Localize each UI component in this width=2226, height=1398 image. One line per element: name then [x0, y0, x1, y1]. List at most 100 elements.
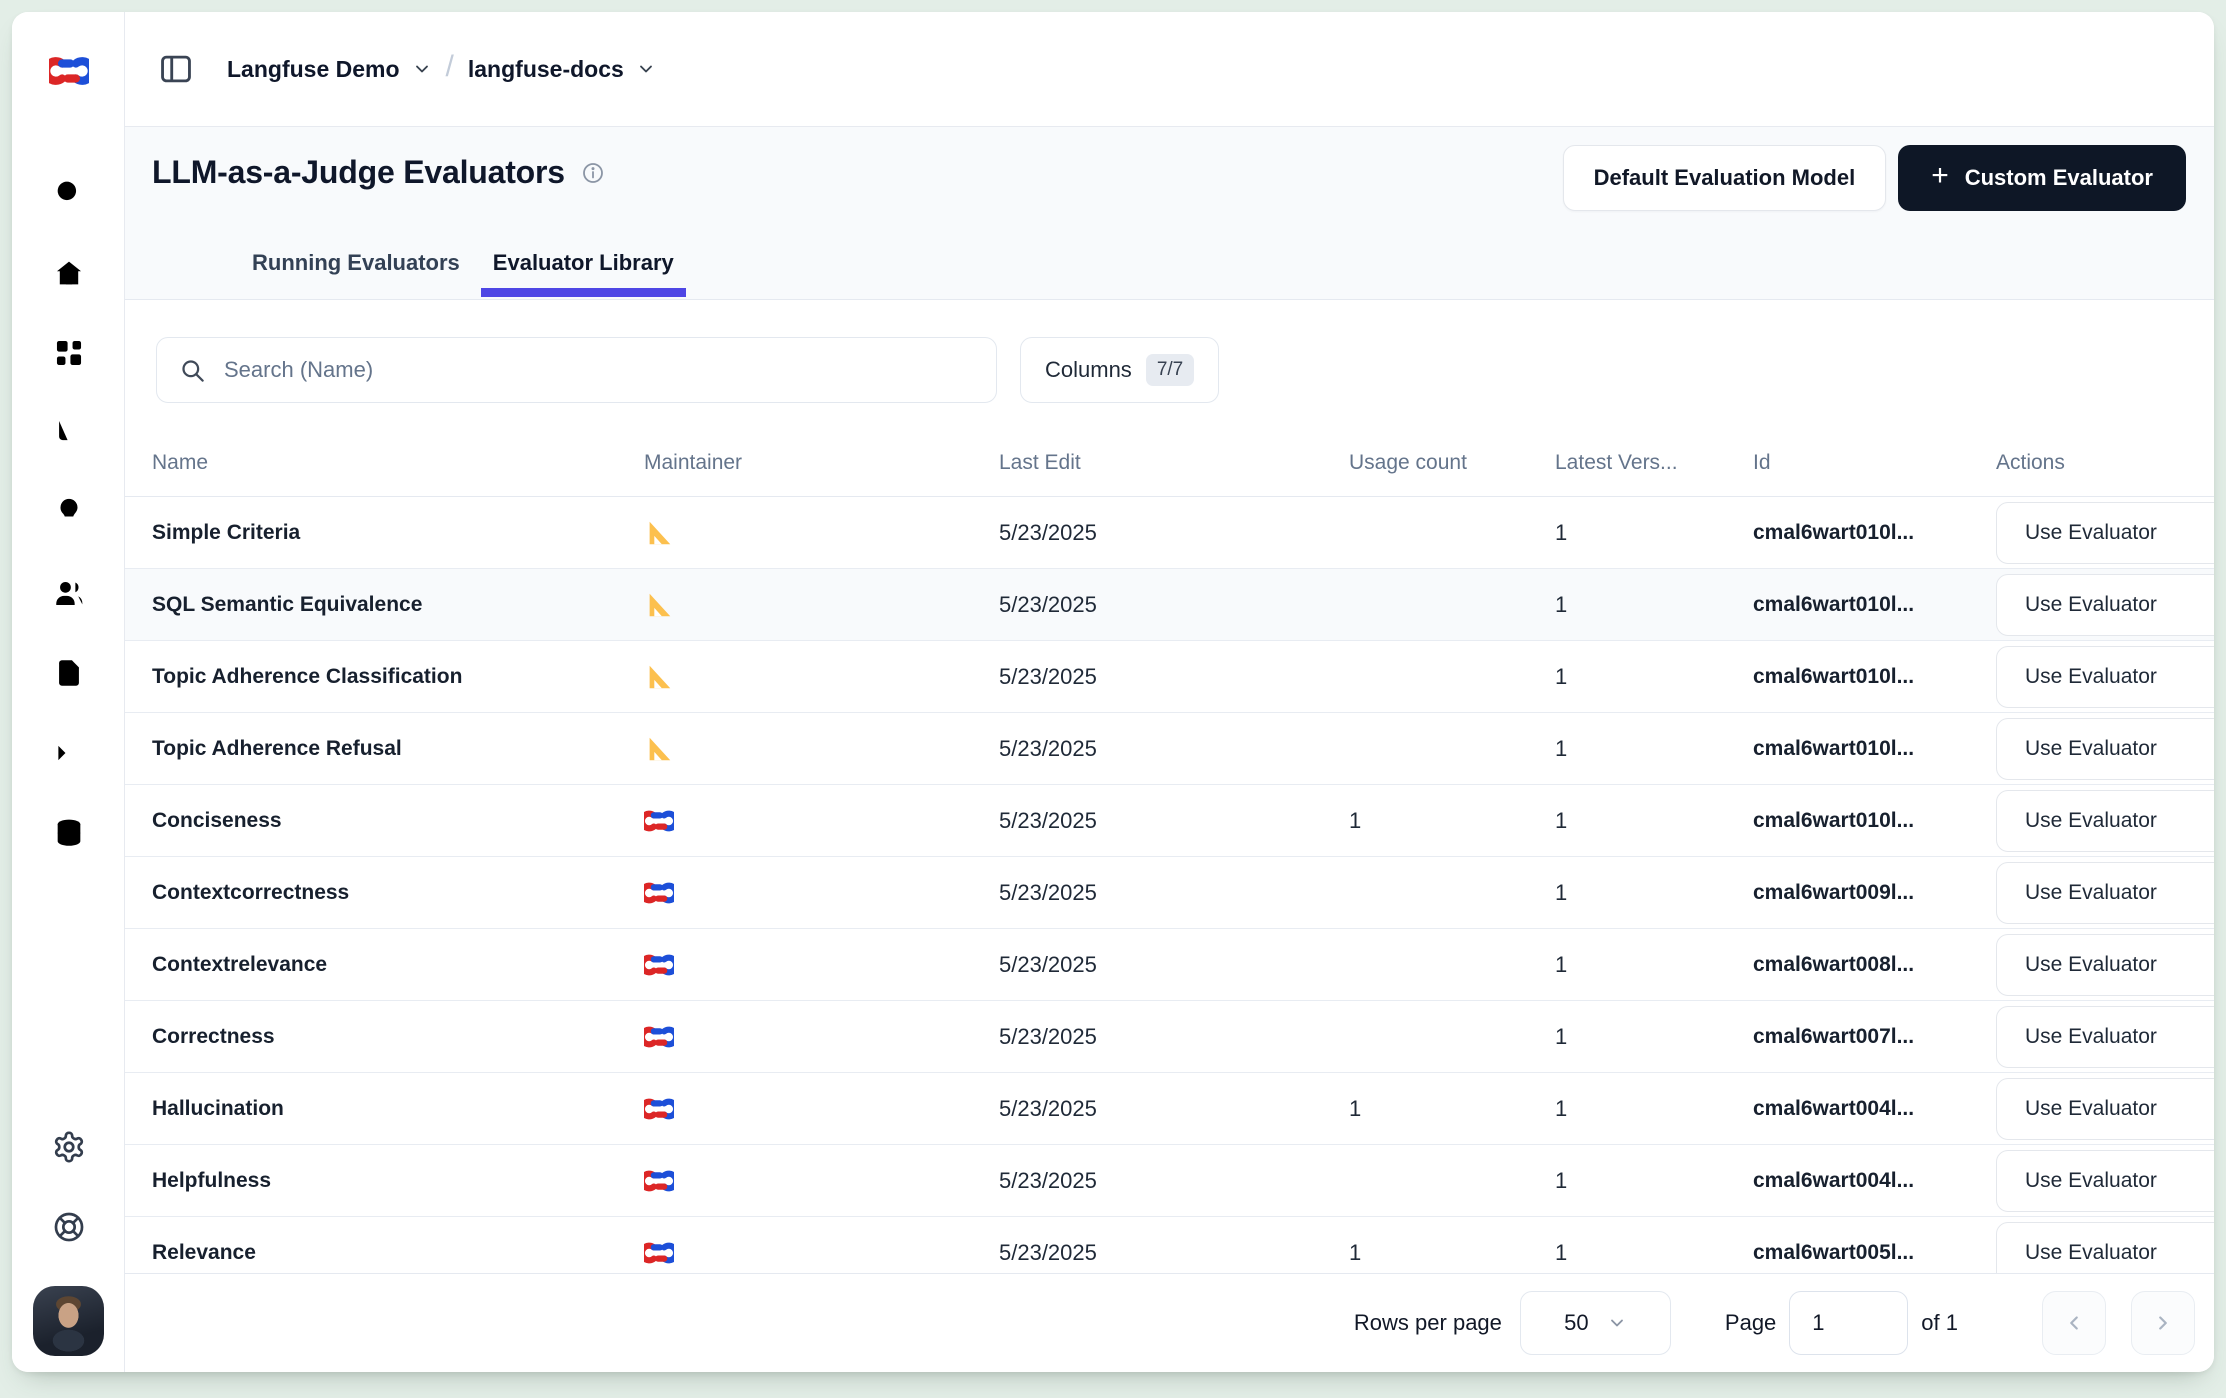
last-edit-cell: 5/23/2025	[999, 808, 1349, 834]
maintainer-ragas-icon	[644, 662, 674, 692]
previous-page-button[interactable]	[2042, 1291, 2106, 1355]
last-edit-cell: 5/23/2025	[999, 1168, 1349, 1194]
latest-version-cell: 1	[1555, 1024, 1753, 1050]
column-header-latest-version: Latest Vers...	[1555, 451, 1753, 475]
column-header-last-edit: Last Edit	[999, 451, 1349, 475]
latest-version-cell: 1	[1555, 808, 1753, 834]
chevron-down-icon	[412, 59, 432, 79]
evaluator-name: Contextcorrectness	[152, 881, 644, 905]
maintainer-ragas-icon	[644, 590, 674, 620]
sidebar-item-support[interactable]	[12, 1210, 125, 1244]
last-edit-cell: 5/23/2025	[999, 736, 1349, 762]
maintainer-cell	[644, 1166, 999, 1196]
page-label: Page	[1725, 1310, 1776, 1336]
maintainer-langfuse-icon	[644, 878, 674, 908]
maintainer-ragas-icon	[644, 734, 674, 764]
next-page-button[interactable]	[2131, 1291, 2195, 1355]
chevron-right-icon	[2152, 1312, 2174, 1334]
sidebar-item-tracing-list-tree[interactable]	[52, 416, 86, 450]
maintainer-langfuse-icon	[644, 1022, 674, 1052]
id-cell: cmal6wart010l...	[1753, 737, 1996, 761]
table-row[interactable]: Contextrelevance 5/23/2025 1 cmal6wart00…	[125, 929, 2214, 1001]
evaluator-name: Simple Criteria	[152, 521, 644, 545]
column-header-name: Name	[152, 451, 644, 475]
table-row[interactable]: Simple Criteria 5/23/2025 1 cmal6wart010…	[125, 497, 2214, 569]
tab-evaluator-library[interactable]: Evaluator Library	[481, 250, 686, 297]
latest-version-cell: 1	[1555, 736, 1753, 762]
id-cell: cmal6wart010l...	[1753, 521, 1996, 545]
page-total-label: of 1	[1921, 1310, 1958, 1336]
use-evaluator-button[interactable]: Use Evaluator	[1996, 502, 2214, 564]
langfuse-logo-icon[interactable]	[49, 51, 89, 96]
home-icon	[52, 256, 86, 290]
latest-version-cell: 1	[1555, 1096, 1753, 1122]
usage-count-cell: 1	[1349, 1240, 1555, 1266]
maintainer-cell	[644, 878, 999, 908]
table-row[interactable]: Conciseness 5/23/2025 1 1 cmal6wart010l.…	[125, 785, 2214, 857]
table-row[interactable]: Hallucination 5/23/2025 1 1 cmal6wart004…	[125, 1073, 2214, 1145]
search-input[interactable]	[224, 357, 924, 383]
last-edit-cell: 5/23/2025	[999, 520, 1349, 546]
use-evaluator-button[interactable]: Use Evaluator	[1996, 790, 2214, 852]
use-evaluator-button[interactable]: Use Evaluator	[1996, 574, 2214, 636]
custom-evaluator-button[interactable]: + Custom Evaluator	[1898, 145, 2186, 211]
info-icon[interactable]	[581, 161, 605, 185]
default-evaluation-model-button[interactable]: Default Evaluation Model	[1563, 145, 1887, 211]
latest-version-cell: 1	[1555, 664, 1753, 690]
last-edit-cell: 5/23/2025	[999, 664, 1349, 690]
latest-version-cell: 1	[1555, 952, 1753, 978]
id-cell: cmal6wart005l...	[1753, 1241, 1996, 1265]
evaluator-name: Correctness	[152, 1025, 644, 1049]
use-evaluator-button[interactable]: Use Evaluator	[1996, 1006, 2214, 1068]
table-row[interactable]: Topic Adherence Classification 5/23/2025…	[125, 641, 2214, 713]
use-evaluator-button[interactable]: Use Evaluator	[1996, 1078, 2214, 1140]
sidebar-item-search[interactable]	[52, 176, 86, 210]
use-evaluator-button[interactable]: Use Evaluator	[1996, 934, 2214, 996]
use-evaluator-button[interactable]: Use Evaluator	[1996, 718, 2214, 780]
search-box	[156, 337, 997, 403]
org-switcher[interactable]: Langfuse Demo	[227, 56, 432, 83]
sidebar-item-terminal[interactable]	[52, 736, 86, 770]
use-evaluator-button[interactable]: Use Evaluator	[1996, 862, 2214, 924]
columns-button[interactable]: Columns 7/7	[1020, 337, 1219, 403]
sidebar-item-playground-file-code[interactable]	[52, 656, 86, 690]
use-evaluator-button[interactable]: Use Evaluator	[1996, 646, 2214, 708]
sidebar-item-dashboard-grid[interactable]	[52, 336, 86, 370]
id-cell: cmal6wart010l...	[1753, 809, 1996, 833]
table-row[interactable]: SQL Semantic Equivalence 5/23/2025 1 cma…	[125, 569, 2214, 641]
sidebar-item-lightbulb[interactable]	[52, 496, 86, 530]
table-row[interactable]: Correctness 5/23/2025 1 cmal6wart007l...…	[125, 1001, 2214, 1073]
sidebar-item-users[interactable]	[52, 576, 86, 610]
id-cell: cmal6wart010l...	[1753, 593, 1996, 617]
maintainer-cell	[644, 518, 999, 548]
columns-count-badge: 7/7	[1146, 354, 1194, 386]
tab-running-evaluators[interactable]: Running Evaluators	[240, 250, 472, 297]
maintainer-langfuse-icon	[644, 806, 674, 836]
sidebar-item-datasets-database[interactable]	[52, 816, 86, 850]
maintainer-cell	[644, 734, 999, 764]
plus-icon: +	[1931, 161, 1949, 191]
rows-per-page-select[interactable]: 50	[1520, 1291, 1671, 1355]
use-evaluator-button[interactable]: Use Evaluator	[1996, 1222, 2214, 1274]
table-row[interactable]: Contextcorrectness 5/23/2025 1 cmal6wart…	[125, 857, 2214, 929]
chevron-down-icon	[636, 59, 656, 79]
column-header-maintainer: Maintainer	[644, 451, 999, 475]
sidebar-item-settings[interactable]	[12, 1130, 125, 1164]
last-edit-cell: 5/23/2025	[999, 880, 1349, 906]
table-row[interactable]: Relevance 5/23/2025 1 1 cmal6wart005l...…	[125, 1217, 2214, 1273]
maintainer-cell	[644, 1094, 999, 1124]
user-menu[interactable]	[12, 1286, 125, 1356]
maintainer-langfuse-icon	[644, 1238, 674, 1268]
project-name: langfuse-docs	[468, 56, 624, 83]
table-row[interactable]: Topic Adherence Refusal 5/23/2025 1 cmal…	[125, 713, 2214, 785]
maintainer-langfuse-icon	[644, 1166, 674, 1196]
column-header-id: Id	[1753, 451, 1996, 475]
table-row[interactable]: Helpfulness 5/23/2025 1 cmal6wart004l...…	[125, 1145, 2214, 1217]
avatar[interactable]	[33, 1286, 104, 1356]
project-switcher[interactable]: langfuse-docs	[468, 56, 656, 83]
id-cell: cmal6wart009l...	[1753, 881, 1996, 905]
sidebar-item-home[interactable]	[52, 256, 86, 290]
sidebar-toggle-icon[interactable]	[157, 50, 195, 88]
use-evaluator-button[interactable]: Use Evaluator	[1996, 1150, 2214, 1212]
page-number-input[interactable]	[1789, 1291, 1908, 1355]
